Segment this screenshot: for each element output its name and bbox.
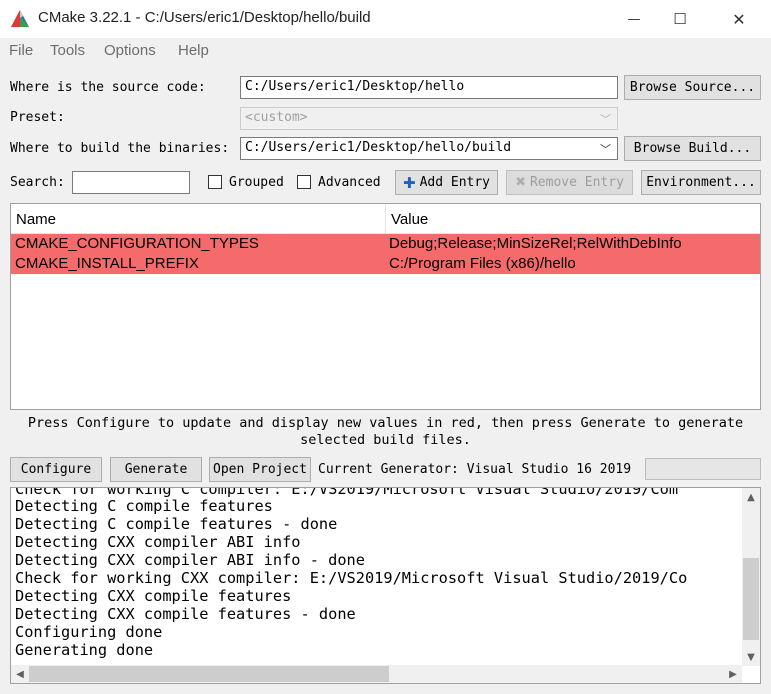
scroll-right-icon[interactable]: ▶ bbox=[724, 665, 742, 683]
close-button[interactable]: ✕ bbox=[716, 0, 762, 38]
cmake-logo-icon bbox=[11, 10, 29, 27]
remove-entry-label: Remove Entry bbox=[529, 175, 624, 190]
horizontal-scrollbar[interactable]: ◀ ▶ bbox=[11, 665, 742, 683]
open-project-button[interactable]: Open Project bbox=[209, 457, 311, 482]
scroll-up-icon[interactable]: ▲ bbox=[742, 488, 760, 506]
menu-file[interactable]: File bbox=[9, 42, 33, 59]
cell-name: CMAKE_CONFIGURATION_TYPES bbox=[15, 235, 259, 252]
binaries-label: Where to build the binaries: bbox=[10, 141, 230, 156]
horizontal-scroll-thumb[interactable] bbox=[29, 666, 389, 682]
cell-name: CMAKE_INSTALL_PREFIX bbox=[15, 255, 199, 272]
generate-button[interactable]: Generate bbox=[110, 457, 202, 482]
search-input[interactable] bbox=[72, 171, 190, 194]
browse-source-button[interactable]: Browse Source... bbox=[624, 75, 761, 100]
preset-label: Preset: bbox=[10, 110, 65, 125]
column-header-value[interactable]: Value bbox=[386, 204, 760, 234]
chevron-down-icon: ﹀ bbox=[600, 113, 611, 126]
log-line: Detecting CXX compiler ABI info bbox=[15, 533, 301, 551]
browse-build-button[interactable]: Browse Build... bbox=[624, 136, 761, 161]
log-line: Detecting CXX compiler ABI info - done bbox=[15, 551, 365, 569]
output-log[interactable]: Check for working C compiler: E:/VS2019/… bbox=[10, 487, 761, 684]
progress-bar bbox=[645, 458, 761, 480]
grouped-checkbox[interactable] bbox=[208, 175, 222, 189]
add-entry-label: Add Entry bbox=[419, 175, 491, 190]
grouped-label[interactable]: Grouped bbox=[229, 175, 284, 190]
column-header-name[interactable]: Name bbox=[11, 204, 386, 234]
table-row[interactable]: CMAKE_CONFIGURATION_TYPES Debug;Release;… bbox=[11, 234, 760, 254]
menu-bar: File Tools Options Help bbox=[0, 38, 771, 64]
search-label: Search: bbox=[10, 175, 65, 190]
preset-select: <custom> ﹀ bbox=[240, 107, 618, 130]
log-line: Generating done bbox=[15, 641, 154, 659]
cell-value: C:/Program Files (x86)/hello bbox=[389, 255, 576, 272]
advanced-checkbox[interactable] bbox=[297, 175, 311, 189]
configure-button[interactable]: Configure bbox=[10, 457, 102, 482]
binaries-path-value: C:/Users/eric1/Desktop/hello/build bbox=[245, 140, 512, 155]
binaries-path-combo[interactable]: C:/Users/eric1/Desktop/hello/build ﹀ bbox=[240, 137, 618, 160]
menu-help[interactable]: Help bbox=[178, 42, 209, 59]
maximize-button[interactable]: ☐ bbox=[657, 0, 703, 38]
log-line: Configuring done bbox=[15, 623, 163, 641]
remove-icon: ✖ bbox=[515, 175, 526, 190]
menu-tools[interactable]: Tools bbox=[50, 42, 85, 59]
menu-options[interactable]: Options bbox=[104, 42, 156, 59]
log-line: Detecting C compile features - done bbox=[15, 515, 338, 533]
maximize-icon: ☐ bbox=[673, 10, 687, 28]
cache-table[interactable]: Name Value CMAKE_CONFIGURATION_TYPES Deb… bbox=[10, 203, 761, 410]
hint-text: Press Configure to update and display ne… bbox=[27, 415, 744, 448]
add-entry-button[interactable]: ✚ Add Entry bbox=[395, 170, 498, 195]
log-line: Detecting C compile features bbox=[15, 497, 273, 515]
vertical-scroll-thumb[interactable] bbox=[743, 558, 759, 640]
close-icon: ✕ bbox=[732, 9, 746, 29]
vertical-scrollbar[interactable]: ▲ ▼ bbox=[742, 488, 760, 666]
minimize-button[interactable]: — bbox=[611, 0, 657, 38]
current-generator-text: Current Generator: Visual Studio 16 2019 bbox=[318, 462, 632, 477]
scroll-left-icon[interactable]: ◀ bbox=[11, 665, 29, 683]
chevron-down-icon[interactable]: ﹀ bbox=[600, 141, 611, 157]
table-row[interactable]: CMAKE_INSTALL_PREFIX C:/Program Files (x… bbox=[11, 254, 760, 274]
log-line: Detecting CXX compile features bbox=[15, 587, 292, 605]
cell-value: Debug;Release;MinSizeRel;RelWithDebInfo bbox=[389, 235, 682, 252]
advanced-label[interactable]: Advanced bbox=[318, 175, 381, 190]
preset-value: <custom> bbox=[245, 110, 308, 125]
plus-icon: ✚ bbox=[402, 173, 416, 192]
source-label: Where is the source code: bbox=[10, 80, 206, 95]
source-path-input[interactable]: C:/Users/eric1/Desktop/hello bbox=[240, 76, 618, 99]
environment-button[interactable]: Environment... bbox=[641, 170, 761, 195]
log-line: Check for working CXX compiler: E:/VS201… bbox=[15, 569, 688, 587]
scroll-down-icon[interactable]: ▼ bbox=[742, 648, 760, 666]
log-line: Detecting CXX compile features - done bbox=[15, 605, 356, 623]
remove-entry-button: ✖ Remove Entry bbox=[506, 170, 633, 195]
minimize-icon: — bbox=[627, 11, 641, 27]
window-title: CMake 3.22.1 - C:/Users/eric1/Desktop/he… bbox=[38, 9, 371, 26]
